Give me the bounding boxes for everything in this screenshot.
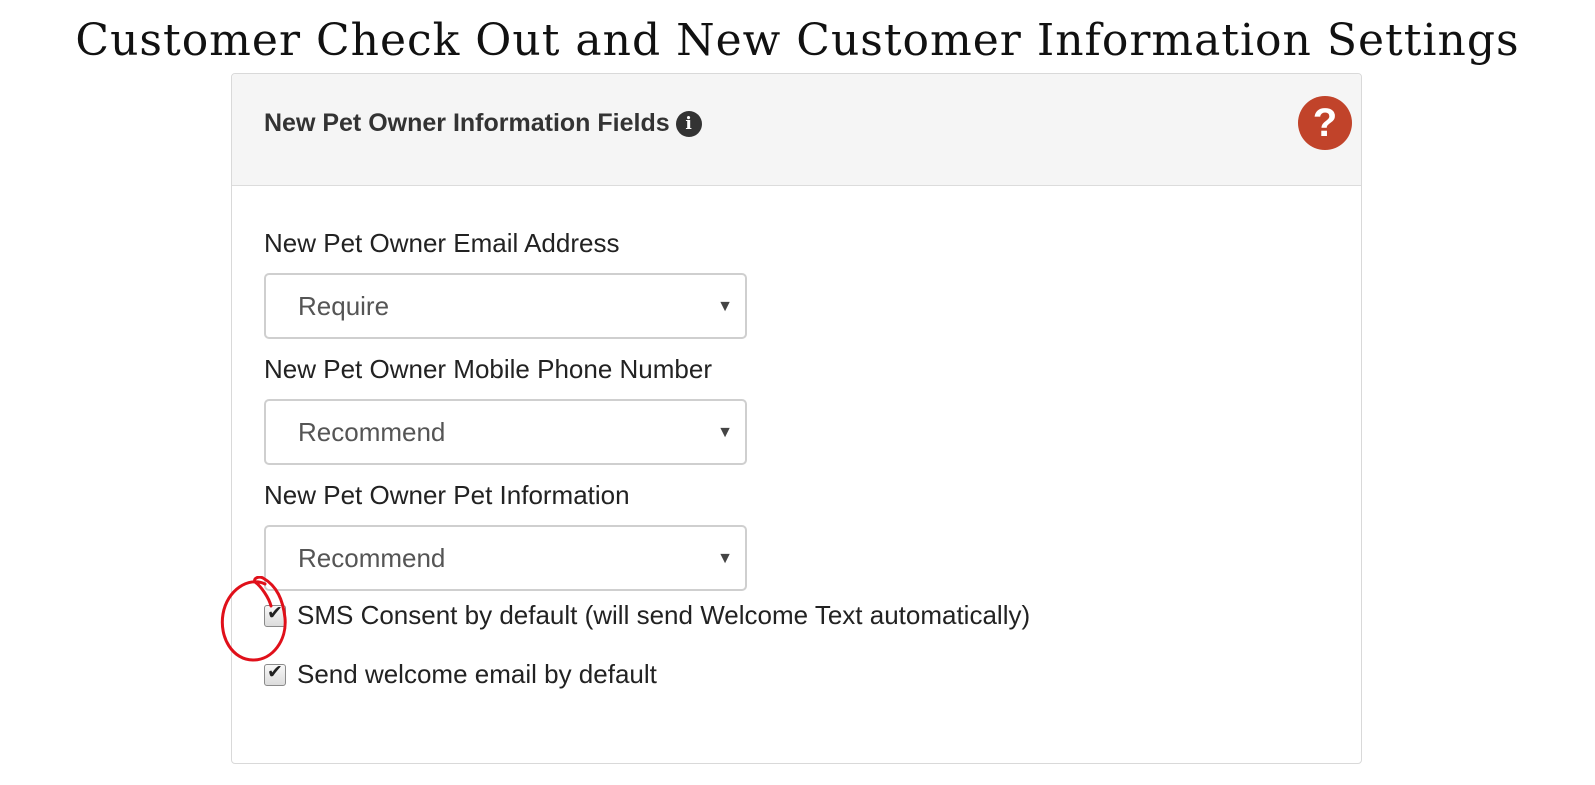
email-address-select[interactable]: Require ▼ — [264, 273, 747, 339]
info-icon[interactable]: i — [675, 111, 702, 137]
panel-heading: New Pet Owner Information Fields i — [264, 108, 702, 138]
help-icon[interactable]: ? — [1298, 96, 1352, 150]
welcome-email-label[interactable]: Send welcome email by default — [297, 658, 657, 690]
panel-heading-label: New Pet Owner Information Fields — [264, 109, 670, 137]
mobile-phone-select-value: Recommend — [298, 417, 446, 447]
checkmark-icon: ✔ — [267, 603, 283, 624]
email-address-label: New Pet Owner Email Address — [264, 228, 620, 258]
pet-information-select-value: Recommend — [298, 543, 446, 573]
mobile-phone-select[interactable]: Recommend ▼ — [264, 399, 747, 465]
sms-consent-checkbox[interactable]: ✔ — [264, 603, 286, 627]
pet-information-select[interactable]: Recommend ▼ — [264, 525, 747, 591]
chevron-down-icon: ▼ — [717, 298, 733, 315]
mobile-phone-label: New Pet Owner Mobile Phone Number — [264, 354, 712, 384]
welcome-email-checkbox[interactable]: ✔ — [264, 662, 286, 686]
pet-information-label: New Pet Owner Pet Information — [264, 480, 630, 510]
email-address-select-value: Require — [298, 291, 390, 321]
panel-header: New Pet Owner Information Fields i ? — [232, 74, 1361, 186]
page-title: Customer Check Out and New Customer Info… — [75, 15, 1520, 66]
settings-panel: New Pet Owner Information Fields i ? New … — [231, 73, 1362, 764]
chevron-down-icon: ▼ — [717, 424, 733, 441]
checkmark-icon: ✔ — [267, 662, 283, 683]
sms-consent-label[interactable]: SMS Consent by default (will send Welcom… — [297, 599, 1030, 631]
chevron-down-icon: ▼ — [717, 550, 733, 567]
